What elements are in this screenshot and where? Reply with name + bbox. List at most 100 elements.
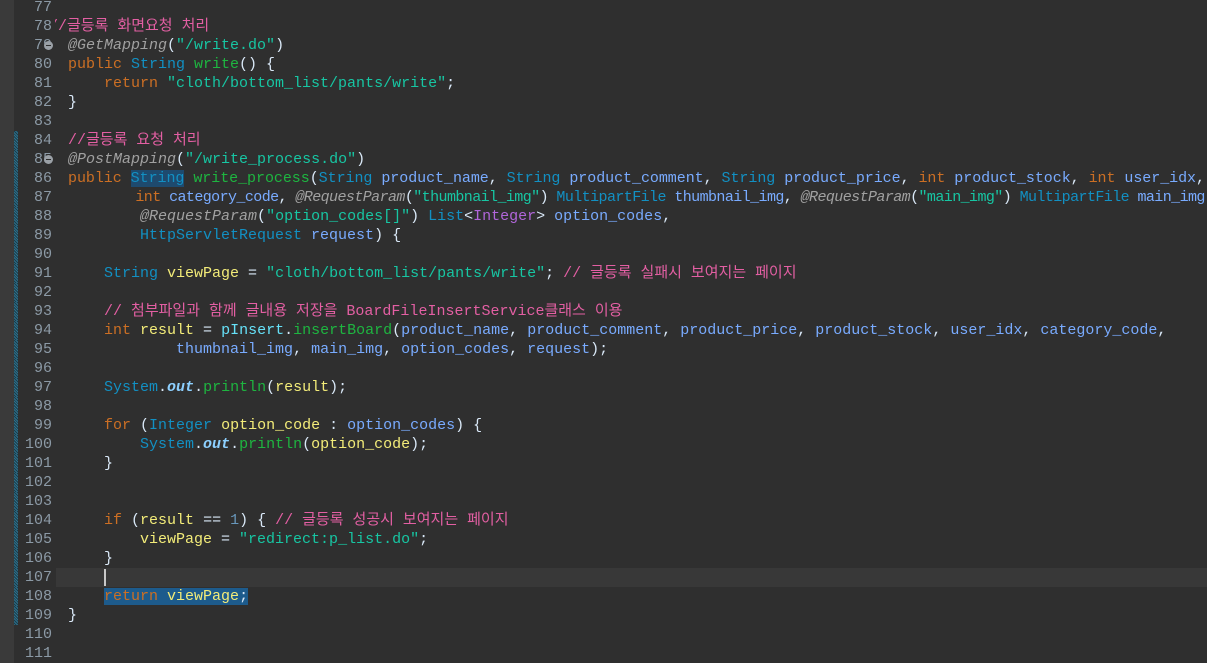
code-token: . xyxy=(284,322,294,339)
code-token: int xyxy=(1088,170,1125,187)
code-token: println xyxy=(239,436,303,453)
code-token: ( xyxy=(176,151,186,168)
line-number: 105 xyxy=(24,531,52,548)
code-token: option_code xyxy=(311,436,411,453)
code-token: , xyxy=(900,170,919,187)
code-token: , xyxy=(488,170,507,187)
left-ruler xyxy=(0,625,14,644)
code-line[interactable]: 96 xyxy=(0,359,1207,378)
line-number: 78 xyxy=(33,18,52,35)
code-text: } xyxy=(68,549,113,568)
code-token: ) xyxy=(275,37,285,54)
code-line[interactable]: 110 xyxy=(0,625,1207,644)
code-token: main_img xyxy=(1137,189,1205,206)
code-line[interactable]: System.out.println(option_code); 100 xyxy=(0,435,1207,454)
code-text: System.out.println(result); xyxy=(68,378,347,397)
code-line[interactable]: if (result == 1) { // 글등록 성공시 보여지는 페이지 10… xyxy=(0,511,1207,530)
code-editor[interactable]: 77//글등록 화면요청 처리 78 @GetMapping("/write.do"… xyxy=(0,0,1207,663)
code-line[interactable]: System.out.println(result); 97 xyxy=(0,378,1207,397)
code-line[interactable]: //글등록 요청 처리 84 xyxy=(0,131,1207,150)
line-number: 83 xyxy=(33,113,52,130)
code-line[interactable]: public String write_process(String produ… xyxy=(0,169,1207,188)
code-line[interactable]: 107 xyxy=(0,568,1207,587)
left-ruler xyxy=(0,454,14,473)
code-token: result xyxy=(140,322,195,339)
fold-collapse-icon[interactable] xyxy=(44,155,53,164)
code-line[interactable]: int category_code, @RequestParam("thumbn… xyxy=(0,188,1207,207)
code-token: HttpServletRequest xyxy=(140,227,312,244)
code-line[interactable]: 103 xyxy=(0,492,1207,511)
code-line[interactable]: for (Integer option_code : option_codes)… xyxy=(0,416,1207,435)
text-cursor xyxy=(104,569,106,586)
code-line[interactable]: 92 xyxy=(0,283,1207,302)
left-ruler xyxy=(0,150,14,169)
code-token: ); xyxy=(590,341,609,358)
code-line[interactable]: // 첨부파일과 함께 글내용 저장을 BoardFileInsertServi… xyxy=(0,302,1207,321)
code-token: , xyxy=(703,170,722,187)
line-number: 89 xyxy=(33,227,52,244)
code-token: < xyxy=(464,208,474,225)
line-number: 88 xyxy=(33,208,52,225)
code-token: // 글등록 실패시 보여지는 페이지 xyxy=(563,265,797,282)
code-line[interactable]: 111 xyxy=(0,644,1207,663)
code-line[interactable]: 98 xyxy=(0,397,1207,416)
code-line[interactable]: return viewPage; 108 xyxy=(0,587,1207,606)
code-token: for xyxy=(104,417,141,434)
code-line[interactable]: } 82 xyxy=(0,93,1207,112)
code-line[interactable]: @GetMapping("/write.do") 79 xyxy=(0,36,1207,55)
code-token xyxy=(158,588,168,605)
line-number: 106 xyxy=(24,550,52,567)
line-number: 96 xyxy=(33,360,52,377)
code-token: ( xyxy=(167,37,177,54)
code-token: int xyxy=(104,322,141,339)
code-line[interactable]: String viewPage = "cloth/bottom_list/pan… xyxy=(0,264,1207,283)
code-line[interactable]: thumbnail_img, main_img, option_codes, r… xyxy=(0,340,1207,359)
code-line[interactable]: @PostMapping("/write_process.do") 85 xyxy=(0,150,1207,169)
code-token: , xyxy=(1070,170,1089,187)
code-line[interactable]: int result = pInsert.insertBoard(product… xyxy=(0,321,1207,340)
code-line[interactable]: 90 xyxy=(0,245,1207,264)
code-token: MultipartFile xyxy=(1019,189,1138,206)
code-line[interactable]: return "cloth/bottom_list/pants/write"; 8… xyxy=(0,74,1207,93)
code-token: ; xyxy=(446,75,456,92)
code-token: "cloth/bottom_list/pants/write" xyxy=(266,265,546,282)
code-line[interactable]: 77 xyxy=(0,0,1207,17)
code-token: = xyxy=(194,322,222,339)
line-number: 91 xyxy=(33,265,52,282)
code-text: int result = pInsert.insertBoard(product… xyxy=(68,321,1166,340)
code-token: , xyxy=(383,341,402,358)
code-text: return viewPage; xyxy=(68,587,249,606)
code-line[interactable]: } 109 xyxy=(0,606,1207,625)
line-number: 99 xyxy=(33,417,52,434)
code-token: ); xyxy=(410,436,429,453)
code-line[interactable]: public String write() {80 xyxy=(0,55,1207,74)
code-token: 1 xyxy=(230,512,240,529)
code-token: thumbnail_img xyxy=(674,189,784,206)
code-token: , xyxy=(1157,322,1167,339)
code-line[interactable]: 83 xyxy=(0,112,1207,131)
line-number: 108 xyxy=(24,588,52,605)
code-line[interactable]: 102 xyxy=(0,473,1207,492)
code-token: return xyxy=(104,588,159,605)
code-text: } xyxy=(68,606,77,625)
code-line[interactable]: } 101 xyxy=(0,454,1207,473)
code-line[interactable]: viewPage = "redirect:p_list.do"; 105 xyxy=(0,530,1207,549)
left-ruler xyxy=(0,549,14,568)
code-line[interactable]: @RequestParam("option_codes[]") List<Int… xyxy=(0,207,1207,226)
left-ruler xyxy=(0,17,14,36)
code-line[interactable]: //글등록 화면요청 처리 78 xyxy=(0,17,1207,36)
code-line[interactable]: } 106 xyxy=(0,549,1207,568)
code-line[interactable]: HttpServletRequest request) {89 xyxy=(0,226,1207,245)
code-token: = xyxy=(239,265,267,282)
code-token: , xyxy=(783,189,801,206)
left-ruler xyxy=(0,302,14,321)
code-token: pInsert xyxy=(221,322,285,339)
code-token: main_img xyxy=(311,341,384,358)
code-text: public String write() { xyxy=(68,55,275,74)
fold-collapse-icon[interactable] xyxy=(44,41,53,50)
